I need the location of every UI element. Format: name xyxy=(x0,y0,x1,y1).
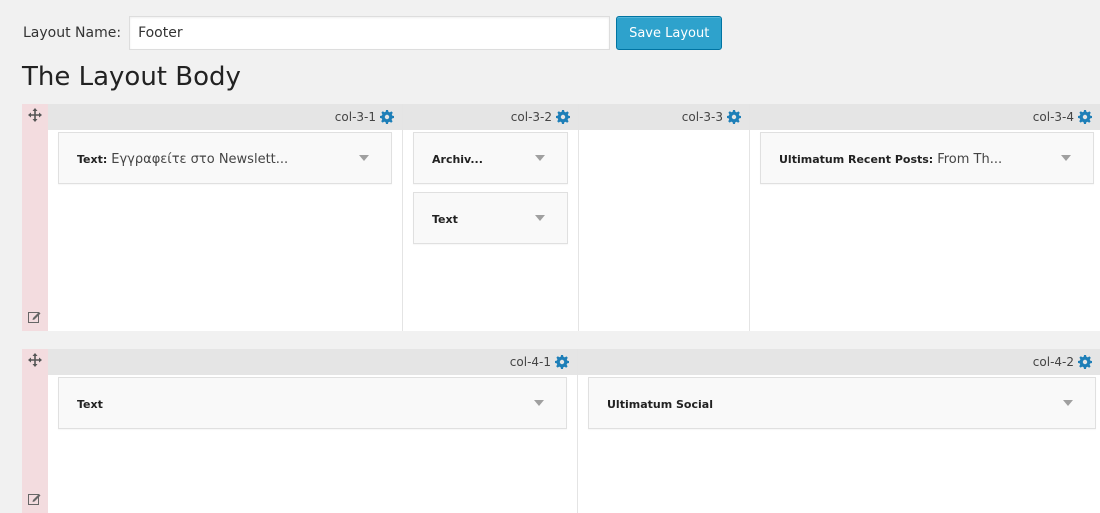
gear-icon[interactable] xyxy=(555,355,569,369)
widget-title: Text xyxy=(77,378,103,430)
caret-down-icon[interactable] xyxy=(535,155,545,161)
layout-name-label: Layout Name: xyxy=(23,25,122,41)
column-name: col-3-1 xyxy=(334,110,376,124)
column-name: col-4-2 xyxy=(1032,355,1074,369)
row-handle xyxy=(22,104,48,331)
gear-icon[interactable] xyxy=(1078,355,1092,369)
layout-name-bar: Layout Name: Save Layout xyxy=(23,13,723,53)
column-header: col-3-3 xyxy=(579,104,749,130)
widget-type: Ultimatum Social xyxy=(607,397,713,411)
layout-column: col-3-1 Text: Εγγραφείτε στο Newslett... xyxy=(48,104,403,331)
layout-column: col-3-4 Ultimatum Recent Posts: From Th.… xyxy=(750,104,1100,331)
widget-title: Ultimatum Recent Posts: From Th... xyxy=(779,133,1002,185)
widget[interactable]: Text xyxy=(413,192,568,244)
widget[interactable]: Archiv... xyxy=(413,132,568,184)
widget-title: Text xyxy=(432,193,458,245)
caret-down-icon[interactable] xyxy=(1063,400,1073,406)
widget-title: Archiv... xyxy=(432,133,483,185)
widget-type: Archiv... xyxy=(432,152,483,166)
gear-icon[interactable] xyxy=(556,110,570,124)
row-body: col-4-1 Text col-4-2 Ultimatum Social xyxy=(48,349,1100,513)
layout-column: col-4-2 Ultimatum Social xyxy=(578,349,1100,513)
row-body: col-3-1 Text: Εγγραφείτε στο Newslett...… xyxy=(48,104,1100,331)
column-header: col-4-2 xyxy=(578,349,1100,375)
page-title: The Layout Body xyxy=(22,62,241,92)
widget-title: Ultimatum Social xyxy=(607,378,713,430)
column-header: col-3-1 xyxy=(48,104,402,130)
edit-pencil-icon[interactable] xyxy=(28,310,41,323)
caret-down-icon[interactable] xyxy=(1061,155,1071,161)
layout-name-input[interactable] xyxy=(129,16,611,50)
move-arrows-icon[interactable] xyxy=(28,353,42,367)
gear-icon[interactable] xyxy=(727,110,741,124)
layout-row: col-4-1 Text col-4-2 Ultimatum Social xyxy=(22,349,1100,513)
column-header: col-4-1 xyxy=(48,349,577,375)
column-name: col-3-2 xyxy=(510,110,552,124)
widget[interactable]: Text: Εγγραφείτε στο Newslett... xyxy=(58,132,392,184)
widget[interactable]: Ultimatum Social xyxy=(588,377,1096,429)
column-header: col-3-4 xyxy=(750,104,1100,130)
widget-subtitle: From Th... xyxy=(937,151,1003,167)
row-handle xyxy=(22,349,48,513)
move-arrows-icon[interactable] xyxy=(28,108,42,122)
widget-title: Text: Εγγραφείτε στο Newslett... xyxy=(77,133,288,185)
widget-type: Text: xyxy=(77,152,108,166)
caret-down-icon[interactable] xyxy=(359,155,369,161)
caret-down-icon[interactable] xyxy=(535,215,545,221)
layout-column: col-3-2 Archiv... Text xyxy=(403,104,579,331)
widget-type: Text xyxy=(77,397,103,411)
widget-type: Ultimatum Recent Posts: xyxy=(779,152,934,166)
column-name: col-4-1 xyxy=(509,355,551,369)
column-name: col-3-4 xyxy=(1032,110,1074,124)
widget-subtitle: Εγγραφείτε στο Newslett... xyxy=(111,151,289,167)
column-header: col-3-2 xyxy=(403,104,578,130)
widget-type: Text xyxy=(432,212,458,226)
layout-row: col-3-1 Text: Εγγραφείτε στο Newslett...… xyxy=(22,104,1100,331)
layout-column: col-3-3 xyxy=(579,104,750,331)
widget[interactable]: Text xyxy=(58,377,567,429)
widget[interactable]: Ultimatum Recent Posts: From Th... xyxy=(760,132,1094,184)
edit-pencil-icon[interactable] xyxy=(28,492,41,505)
column-name: col-3-3 xyxy=(681,110,723,124)
gear-icon[interactable] xyxy=(380,110,394,124)
gear-icon[interactable] xyxy=(1078,110,1092,124)
layout-column: col-4-1 Text xyxy=(48,349,578,513)
save-layout-button[interactable]: Save Layout xyxy=(616,16,723,50)
caret-down-icon[interactable] xyxy=(534,400,544,406)
